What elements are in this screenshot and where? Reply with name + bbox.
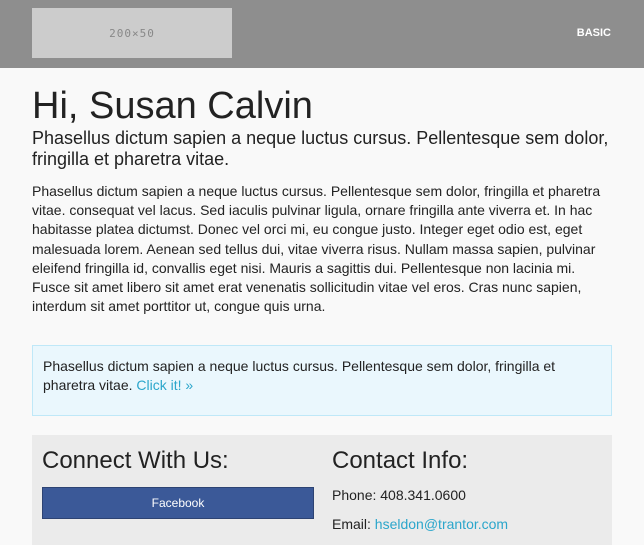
phone-line: Phone: 408.341.0600 [332,486,466,504]
header-bar: 200×50 BASIC [0,0,644,68]
footer-panel: Connect With Us: Facebook Contact Info: … [32,435,612,545]
subheading: Phasellus dictum sapien a neque luctus c… [32,128,609,169]
facebook-button[interactable]: Facebook [42,487,314,519]
greeting-heading: Hi, Susan Calvin [32,85,313,127]
connect-heading: Connect With Us: [42,447,229,474]
callout-text: Phasellus dictum sapien a neque luctus c… [43,358,556,393]
phone-label: Phone: [332,487,381,503]
email-line: Email: hseldon@trantor.com [332,515,508,533]
body-paragraph: Phasellus dictum sapien a neque luctus c… [32,183,601,315]
callout-panel: Phasellus dictum sapien a neque luctus c… [32,345,612,416]
nav-link-basic[interactable]: BASIC [577,27,611,39]
email-link[interactable]: hseldon@trantor.com [375,516,508,532]
click-it-link[interactable]: Click it! » [136,377,193,393]
email-label: Email: [332,516,375,532]
logo-placeholder[interactable]: 200×50 [32,8,232,58]
phone-value: 408.341.0600 [380,487,466,503]
contact-heading: Contact Info: [332,447,469,474]
